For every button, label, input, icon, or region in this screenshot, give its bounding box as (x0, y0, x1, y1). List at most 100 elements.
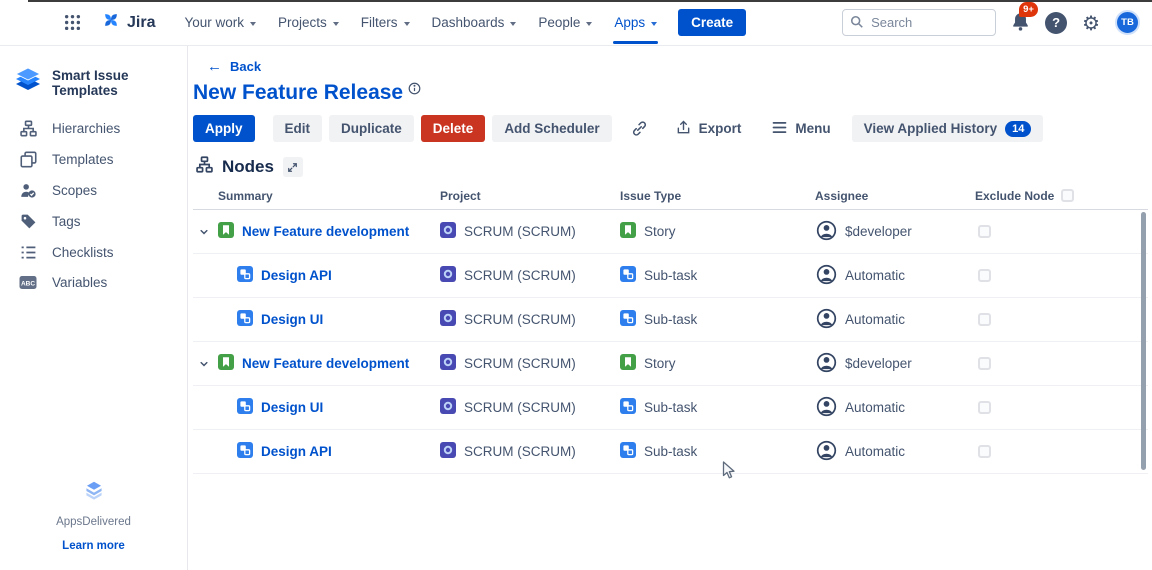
checklist-icon (19, 244, 37, 261)
story-issue-icon (620, 222, 636, 241)
view-applied-history-button[interactable]: View Applied History 14 (852, 115, 1044, 142)
sidebar-item-checklists[interactable]: Checklists (0, 237, 187, 268)
sidebar-item-label: Templates (52, 152, 114, 167)
expand-icon[interactable] (283, 157, 303, 177)
table-row: New Feature development SCRUM (SCRUM) St… (193, 342, 1148, 386)
assignee-name: Automatic (845, 400, 905, 415)
table-scrollbar[interactable] (1141, 212, 1146, 470)
assignee-avatar-icon (816, 308, 837, 332)
sidebar-item-tags[interactable]: Tags (0, 206, 187, 237)
nav-item-dashboards[interactable]: Dashboards (421, 0, 528, 46)
summary-link[interactable]: Design API (261, 268, 332, 283)
chevron-down-icon[interactable] (197, 227, 210, 237)
summary-link[interactable]: Design UI (261, 400, 323, 415)
chevron-down-icon (250, 22, 256, 26)
export-icon (676, 120, 691, 138)
sidebar-app-header[interactable]: Smart Issue Templates (0, 46, 187, 113)
copy-icon (19, 151, 37, 168)
project-avatar-icon (440, 398, 456, 417)
menu-button[interactable]: Menu (764, 121, 838, 137)
summary-link[interactable]: Design UI (261, 312, 323, 327)
story-issue-icon (218, 222, 234, 241)
apply-button[interactable]: Apply (193, 115, 255, 142)
exclude-node-checkbox[interactable] (978, 357, 991, 370)
page-title: New Feature Release (193, 81, 403, 105)
duplicate-button[interactable]: Duplicate (329, 115, 414, 142)
create-button[interactable]: Create (678, 9, 746, 36)
summary-link[interactable]: Design API (261, 444, 332, 459)
project-name: SCRUM (SCRUM) (464, 312, 576, 327)
assignee-name: Automatic (845, 268, 905, 283)
nav-item-apps[interactable]: Apps (603, 0, 668, 46)
summary-link[interactable]: New Feature development (242, 356, 409, 371)
sidebar-item-hierarchies[interactable]: Hierarchies (0, 113, 187, 144)
sidebar-item-templates[interactable]: Templates (0, 144, 187, 175)
jira-brand[interactable]: Jira (101, 10, 155, 35)
nav-item-filters[interactable]: Filters (350, 0, 421, 46)
assignee-avatar-icon (816, 396, 837, 420)
table-header-row: Summary Project Issue Type Assignee Excl… (193, 182, 1148, 210)
nav-item-label: Apps (614, 15, 645, 30)
delete-button[interactable]: Delete (421, 115, 486, 142)
sitemap-icon (196, 156, 213, 178)
notification-count-badge: 9+ (1019, 2, 1038, 17)
apps-delivered-brand: AppsDelivered (0, 516, 187, 528)
subtask-issue-icon (237, 398, 253, 417)
assignee-name: $developer (845, 224, 912, 239)
search-input[interactable] (842, 9, 996, 36)
subtask-issue-icon (620, 398, 636, 417)
chevron-down-icon (510, 22, 516, 26)
nav-item-projects[interactable]: Projects (267, 0, 350, 46)
sidebar-item-label: Scopes (52, 183, 97, 198)
link-icon[interactable] (624, 119, 655, 138)
exclude-node-checkbox[interactable] (978, 269, 991, 282)
sidebar-app-title: Smart Issue Templates (52, 68, 175, 98)
sidebar: Smart Issue Templates Hierarchies Templa… (0, 46, 188, 570)
exclude-node-checkbox[interactable] (978, 401, 991, 414)
chevron-down-icon (404, 22, 410, 26)
help-icon[interactable]: ? (1045, 12, 1067, 34)
smart-issue-templates-logo-icon (14, 66, 42, 99)
issue-type-name: Sub-task (644, 400, 697, 415)
learn-more-link[interactable]: Learn more (62, 540, 125, 552)
gear-icon[interactable]: ⚙ (1082, 13, 1100, 33)
column-header-assignee: Assignee (800, 189, 962, 203)
sidebar-item-variables[interactable]: ABC Variables (0, 268, 187, 297)
user-avatar[interactable]: TB (1115, 10, 1140, 35)
abc-icon: ABC (19, 275, 37, 290)
project-avatar-icon (440, 442, 456, 461)
assignee-avatar-icon (816, 220, 837, 244)
template-toolbar: Apply Edit Duplicate Delete Add Schedule… (193, 115, 1152, 142)
exclude-node-checkbox[interactable] (978, 445, 991, 458)
search-field-wrap (842, 9, 996, 36)
nav-item-your-work[interactable]: Your work (173, 0, 267, 46)
layers-icon (81, 491, 107, 508)
exclude-node-checkbox[interactable] (978, 313, 991, 326)
exclude-all-checkbox[interactable] (1061, 189, 1074, 202)
exclude-node-checkbox[interactable] (978, 225, 991, 238)
issue-type-name: Story (644, 224, 676, 239)
notifications-button[interactable]: 9+ (1011, 9, 1030, 36)
back-link[interactable]: ← Back (207, 59, 261, 74)
view-applied-history-label: View Applied History (864, 121, 998, 136)
issue-type-name: Sub-task (644, 444, 697, 459)
sidebar-item-scopes[interactable]: Scopes (0, 175, 187, 206)
info-icon[interactable] (408, 82, 421, 100)
summary-link[interactable]: New Feature development (242, 224, 409, 239)
column-header-summary: Summary (193, 189, 427, 203)
project-name: SCRUM (SCRUM) (464, 224, 576, 239)
table-row: New Feature development SCRUM (SCRUM) St… (193, 210, 1148, 254)
project-name: SCRUM (SCRUM) (464, 444, 576, 459)
export-button[interactable]: Export (668, 120, 750, 138)
nav-item-people[interactable]: People (527, 0, 603, 46)
chevron-down-icon[interactable] (197, 359, 210, 369)
add-scheduler-button[interactable]: Add Scheduler (492, 115, 611, 142)
back-label: Back (230, 59, 261, 74)
subtask-issue-icon (620, 310, 636, 329)
assignee-name: Automatic (845, 312, 905, 327)
edit-button[interactable]: Edit (273, 115, 323, 142)
nodes-section-title: Nodes (222, 157, 274, 177)
story-issue-icon (218, 354, 234, 373)
app-switcher-grid-icon[interactable] (58, 14, 87, 31)
issue-type-name: Sub-task (644, 268, 697, 283)
